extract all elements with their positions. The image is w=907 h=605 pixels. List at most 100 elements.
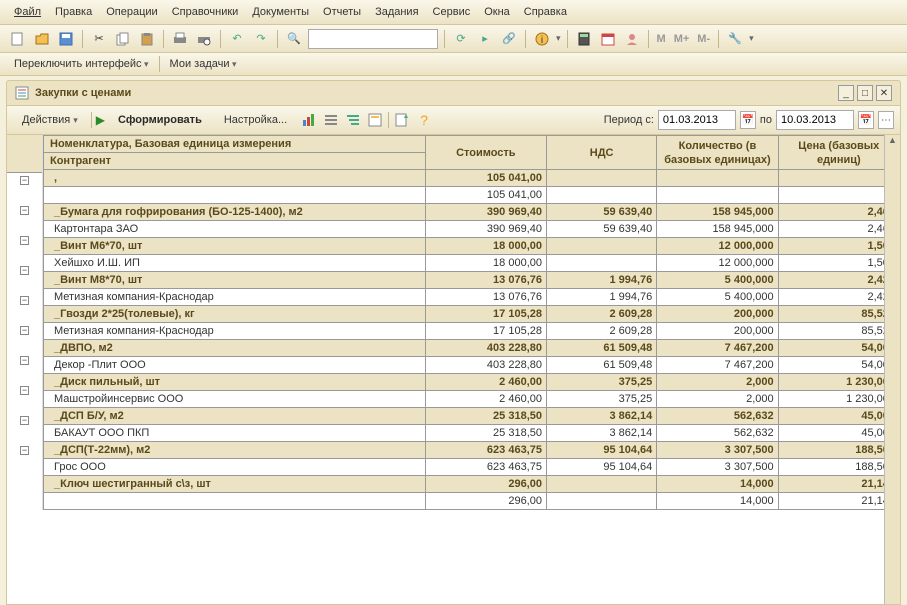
menu-operations[interactable]: Операции [100, 4, 163, 20]
cell-price[interactable] [778, 170, 899, 187]
table-row[interactable]: _Ключ шестигранный с\з, шт296,0014,00021… [44, 476, 900, 493]
cell-cost[interactable]: 390 969,40 [425, 221, 546, 238]
cell-name[interactable] [44, 187, 426, 204]
table-row[interactable]: _Гвозди 2*25(толевые), кг17 105,282 609,… [44, 306, 900, 323]
cell-qty[interactable]: 158 945,000 [657, 221, 778, 238]
cell-qty[interactable]: 2,000 [657, 391, 778, 408]
cell-nds[interactable]: 1 994,76 [546, 272, 656, 289]
cell-nds[interactable]: 61 509,48 [546, 357, 656, 374]
menu-tasks[interactable]: Задания [369, 4, 424, 20]
cell-qty[interactable]: 562,632 [657, 425, 778, 442]
menu-windows[interactable]: Окна [478, 4, 516, 20]
cell-price[interactable]: 2,460 [778, 204, 899, 221]
cell-cost[interactable]: 403 228,80 [425, 340, 546, 357]
table-row[interactable]: _ДСП(Т-22мм), м2623 463,7595 104,643 307… [44, 442, 900, 459]
table-row[interactable]: _ДВПО, м2403 228,8061 509,487 467,20054,… [44, 340, 900, 357]
cell-cost[interactable]: 390 969,40 [425, 204, 546, 221]
menu-file[interactable]: Файл [8, 4, 47, 20]
collapse-icon[interactable]: − [20, 356, 29, 365]
cell-nds[interactable]: 95 104,64 [546, 442, 656, 459]
cell-cost[interactable]: 623 463,75 [425, 442, 546, 459]
cell-price[interactable]: 21,143 [778, 493, 899, 510]
copy-icon[interactable] [113, 29, 133, 49]
cell-nds[interactable]: 59 639,40 [546, 221, 656, 238]
cell-name[interactable]: Метизная компания-Краснодар [44, 289, 426, 306]
cell-name[interactable]: Грос ООО [44, 459, 426, 476]
cell-qty[interactable]: 3 307,500 [657, 442, 778, 459]
cell-cost[interactable]: 105 041,00 [425, 187, 546, 204]
cell-cost[interactable]: 2 460,00 [425, 391, 546, 408]
date-from-picker-icon[interactable]: 📅 [740, 111, 756, 129]
new-doc-icon[interactable] [8, 29, 28, 49]
search-icon[interactable]: 🔍 [284, 29, 304, 49]
cell-nds[interactable] [546, 493, 656, 510]
cell-cost[interactable]: 623 463,75 [425, 459, 546, 476]
cell-name[interactable]: Хейшхо И.Ш. ИП [44, 255, 426, 272]
cell-name[interactable]: _ДСП(Т-22мм), м2 [44, 442, 426, 459]
close-button[interactable]: ✕ [876, 85, 892, 101]
cell-name[interactable]: _ДСП Б/У, м2 [44, 408, 426, 425]
my-tasks-button[interactable]: Мои задачи [164, 56, 243, 72]
cell-name[interactable]: _Бумага для гофрирования (БО-125-1400), … [44, 204, 426, 221]
calc-icon[interactable] [574, 29, 594, 49]
cell-price[interactable]: 85,526 [778, 323, 899, 340]
table-row[interactable]: _ДСП Б/У, м225 318,503 862,14562,63245,0… [44, 408, 900, 425]
print-preview-icon[interactable] [194, 29, 214, 49]
cell-price[interactable]: 21,143 [778, 476, 899, 493]
cell-cost[interactable]: 296,00 [425, 476, 546, 493]
collapse-icon[interactable]: − [20, 386, 29, 395]
m-button[interactable]: M [655, 33, 668, 45]
cell-cost[interactable]: 18 000,00 [425, 238, 546, 255]
cell-nds[interactable]: 3 862,14 [546, 408, 656, 425]
refresh-icon[interactable]: ⟳ [451, 29, 471, 49]
cell-qty[interactable]: 12 000,000 [657, 255, 778, 272]
collapse-icon[interactable]: − [20, 446, 29, 455]
cell-price[interactable]: 1 230,000 [778, 374, 899, 391]
table-row[interactable]: Грос ООО623 463,7595 104,643 307,500188,… [44, 459, 900, 476]
cell-nds[interactable] [546, 476, 656, 493]
cell-price[interactable]: 45,000 [778, 408, 899, 425]
cell-name[interactable]: БАКАУТ ООО ПКП [44, 425, 426, 442]
collapse-icon[interactable]: − [20, 236, 29, 245]
cell-qty[interactable]: 562,632 [657, 408, 778, 425]
collapse-icon[interactable]: − [20, 326, 29, 335]
cell-name[interactable]: Машстройинсервис ООО [44, 391, 426, 408]
minimize-button[interactable]: _ [838, 85, 854, 101]
m-plus-button[interactable]: M+ [672, 33, 692, 45]
collapse-icon[interactable]: − [20, 206, 29, 215]
cut-icon[interactable]: ✂ [89, 29, 109, 49]
date-to-input[interactable] [776, 110, 854, 130]
cell-qty[interactable]: 7 467,200 [657, 357, 778, 374]
cell-qty[interactable]: 5 400,000 [657, 289, 778, 306]
cell-qty[interactable]: 12 000,000 [657, 238, 778, 255]
play-icon[interactable]: ▶ [96, 113, 105, 127]
tree-expand-icon[interactable] [344, 111, 362, 129]
paste-icon[interactable] [137, 29, 157, 49]
go-icon[interactable]: ▸ [475, 29, 495, 49]
cell-qty[interactable]: 200,000 [657, 306, 778, 323]
cell-price[interactable]: 85,526 [778, 306, 899, 323]
tools-icon[interactable]: 🔧 [725, 29, 745, 49]
menu-documents[interactable]: Документы [246, 4, 315, 20]
table-row[interactable]: Метизная компания-Краснодар17 105,282 60… [44, 323, 900, 340]
table-row[interactable]: Метизная компания-Краснодар13 076,761 99… [44, 289, 900, 306]
collapse-icon[interactable]: − [20, 416, 29, 425]
cell-cost[interactable]: 2 460,00 [425, 374, 546, 391]
cell-nds[interactable] [546, 255, 656, 272]
cell-qty[interactable]: 7 467,200 [657, 340, 778, 357]
cell-name[interactable]: Картонтара ЗАО [44, 221, 426, 238]
cell-nds[interactable]: 59 639,40 [546, 204, 656, 221]
menu-reports[interactable]: Отчеты [317, 4, 367, 20]
cell-cost[interactable]: 25 318,50 [425, 425, 546, 442]
cell-nds[interactable] [546, 187, 656, 204]
cell-price[interactable]: 1,500 [778, 255, 899, 272]
menu-edit[interactable]: Правка [49, 4, 98, 20]
cell-nds[interactable] [546, 170, 656, 187]
open-icon[interactable] [32, 29, 52, 49]
link-icon[interactable]: 🔗 [499, 29, 519, 49]
cell-cost[interactable]: 17 105,28 [425, 323, 546, 340]
collapse-icon[interactable]: − [20, 296, 29, 305]
period-select-icon[interactable]: ⋯ [878, 111, 894, 129]
table-row[interactable]: Декор -Плит ООО403 228,8061 509,487 467,… [44, 357, 900, 374]
cell-price[interactable]: 45,000 [778, 425, 899, 442]
